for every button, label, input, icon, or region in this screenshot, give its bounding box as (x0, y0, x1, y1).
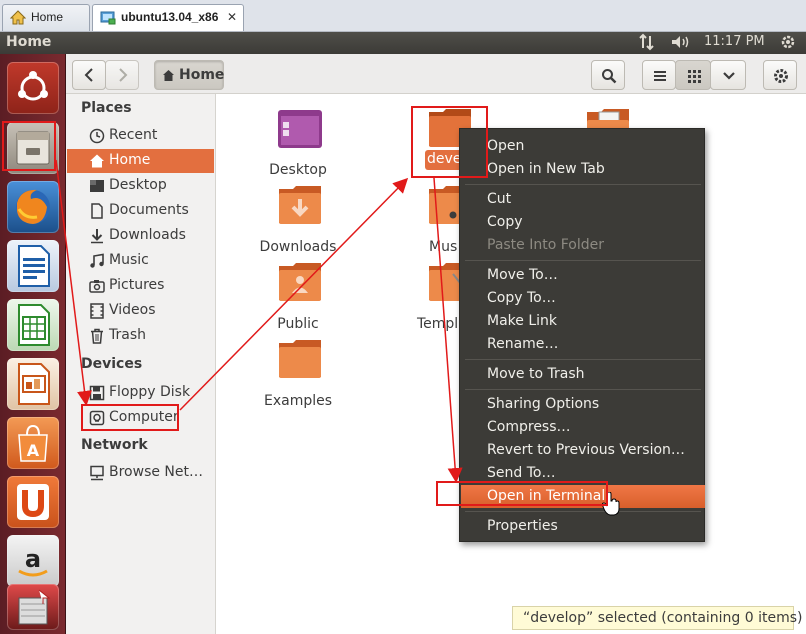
annotation-arrow (55, 159, 92, 406)
annotation-arrow (179, 177, 409, 411)
annotation-arrow (433, 177, 463, 483)
annotation-arrows (55, 159, 463, 483)
